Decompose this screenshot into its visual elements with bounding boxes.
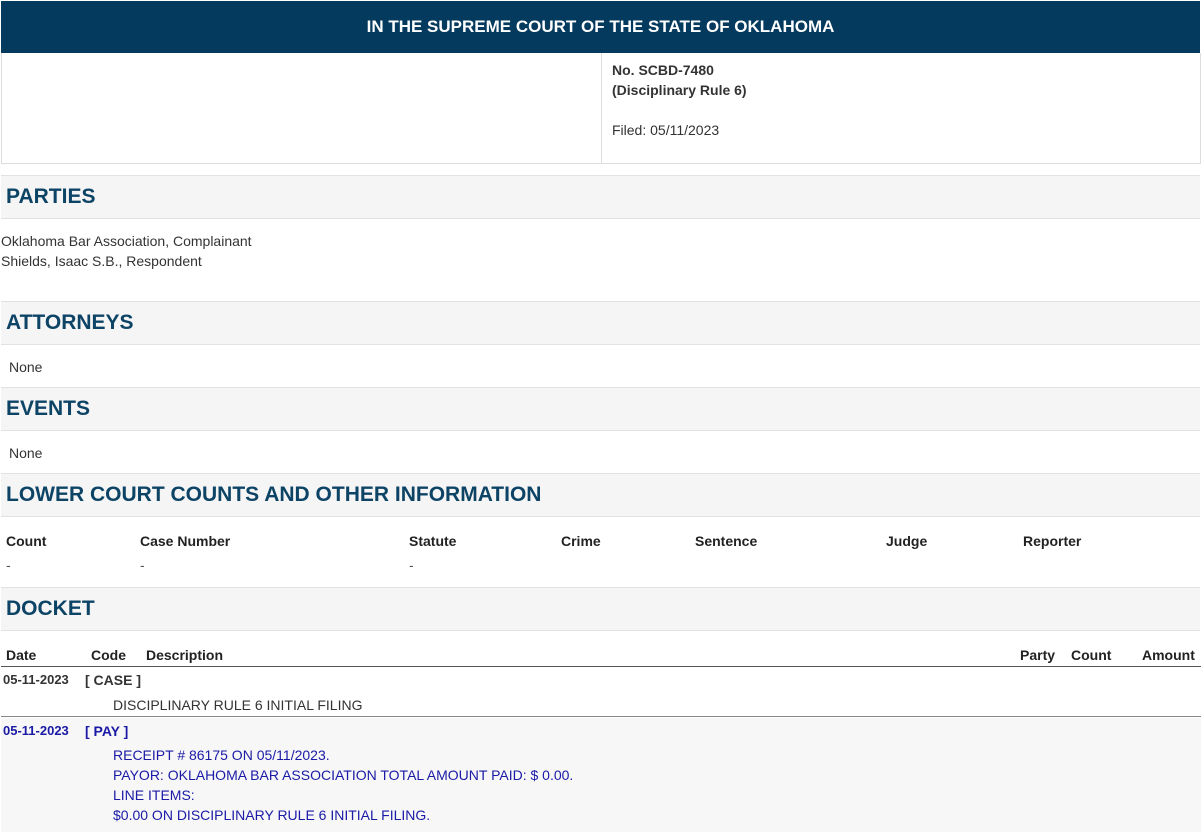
docket-entry-description: DISCIPLINARY RULE 6 INITIAL FILING [113, 697, 363, 713]
pay-line-items-label: LINE ITEMS: [113, 787, 195, 803]
docket-col-count: Count [1071, 647, 1112, 663]
lower-court-heading-text: LOWER COURT COUNTS AND OTHER INFORMATION [6, 483, 542, 506]
col-sentence: Sentence [695, 533, 758, 549]
col-reporter: Reporter [1023, 533, 1082, 549]
pay-line-item: $0.00 ON DISCIPLINARY RULE 6 INITIAL FIL… [113, 807, 431, 823]
case-caption: No. SCBD-7480 (Disciplinary Rule 6) File… [1, 53, 1201, 164]
parties-heading: PARTIES [1, 175, 1200, 219]
docket-heading-text: DOCKET [6, 597, 95, 620]
cell-case-number: - [140, 557, 145, 573]
events-heading-text: EVENTS [6, 397, 91, 420]
col-crime: Crime [561, 533, 601, 549]
col-judge: Judge [886, 533, 928, 549]
docket-col-description: Description [146, 647, 224, 663]
docket-heading: DOCKET [1, 587, 1200, 631]
lower-court-heading: LOWER COURT COUNTS AND OTHER INFORMATION [1, 473, 1200, 517]
caption-right-cell: No. SCBD-7480 (Disciplinary Rule 6) File… [602, 53, 747, 163]
events-heading: EVENTS [1, 387, 1200, 431]
attorneys-heading: ATTORNEYS [1, 301, 1200, 345]
caption-left-cell [2, 53, 602, 163]
party-complainant: Oklahoma Bar Association, Complainant [1, 233, 252, 249]
filed-date: Filed: 05/11/2023 [612, 122, 720, 138]
events-value: None [9, 445, 43, 461]
docket-col-amount: Amount [1142, 647, 1195, 663]
col-statute: Statute [409, 533, 457, 549]
col-case-number: Case Number [140, 533, 231, 549]
case-type: (Disciplinary Rule 6) [612, 82, 747, 98]
parties-heading-text: PARTIES [6, 185, 96, 208]
court-banner: IN THE SUPREME COURT OF THE STATE OF OKL… [1, 1, 1200, 53]
docket-entry-code-pay[interactable]: [ PAY ] [85, 723, 128, 739]
docket-entry-date-pay[interactable]: 05-11-2023 [3, 723, 69, 738]
cell-statute: - [409, 557, 414, 573]
attorneys-heading-text: ATTORNEYS [6, 311, 134, 334]
docket-col-date: Date [6, 647, 37, 663]
cell-count: - [6, 557, 11, 573]
docket-entry-divider [1, 716, 1201, 717]
court-title: IN THE SUPREME COURT OF THE STATE OF OKL… [366, 17, 835, 36]
docket-header-divider [1, 666, 1201, 667]
docket-col-party: Party [1020, 647, 1056, 663]
pay-receipt-line: RECEIPT # 86175 ON 05/11/2023. [113, 747, 330, 763]
docket-entry-date: 05-11-2023 [3, 672, 69, 687]
docket-entry-code: [ CASE ] [85, 672, 141, 688]
docket-col-code: Code [91, 647, 126, 663]
pay-payor-line: PAYOR: OKLAHOMA BAR ASSOCIATION TOTAL AM… [113, 767, 574, 783]
col-count: Count [6, 533, 47, 549]
party-respondent: Shields, Isaac S.B., Respondent [1, 253, 202, 269]
attorneys-value: None [9, 359, 43, 375]
case-number: No. SCBD-7480 [612, 62, 714, 78]
